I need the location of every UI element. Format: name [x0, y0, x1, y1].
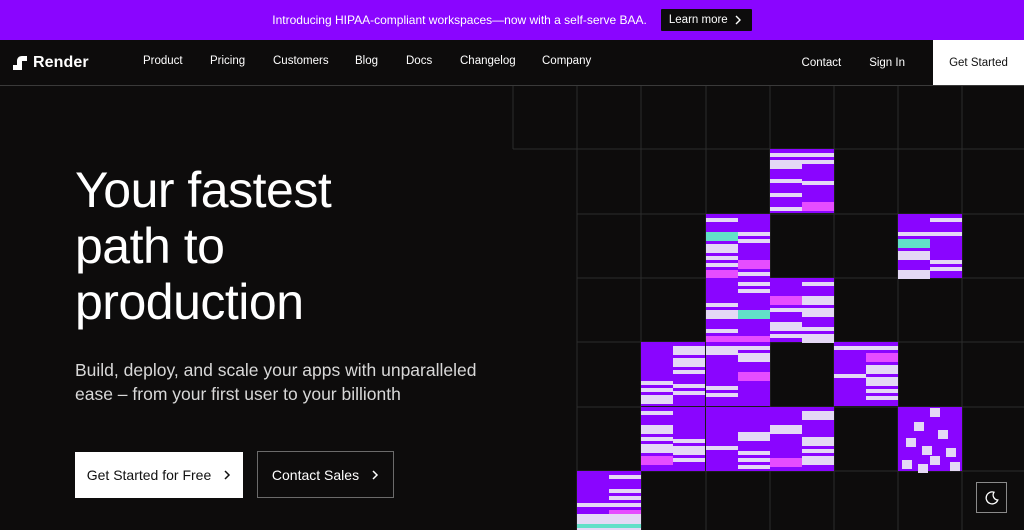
chevron-right-icon — [224, 470, 231, 480]
nav-product[interactable]: Product — [143, 55, 210, 67]
get-started-free-label: Get Started for Free — [86, 467, 212, 483]
contact-sales-label: Contact Sales — [271, 466, 360, 483]
hero-subtitle: Build, deploy, and scale your apps with … — [75, 358, 485, 406]
nav-pricing[interactable]: Pricing — [210, 55, 273, 67]
render-logo-icon — [13, 56, 27, 70]
nav-blog[interactable]: Blog — [355, 55, 406, 67]
moon-icon — [985, 490, 999, 505]
nav-docs[interactable]: Docs — [406, 55, 460, 67]
hero-title-line: production — [75, 274, 304, 330]
nav-company[interactable]: Company — [542, 55, 591, 67]
chevron-right-icon — [735, 15, 741, 25]
announcement-banner: Introducing HIPAA-compliant workspaces—n… — [0, 0, 1024, 40]
nav-sign-in[interactable]: Sign In — [869, 57, 905, 69]
get-started-button[interactable]: Get Started — [933, 40, 1024, 85]
get-started-free-button[interactable]: Get Started for Free — [75, 452, 243, 498]
hero-subtitle-line: ease – from your first user to your bill… — [75, 384, 401, 404]
chevron-right-icon — [372, 469, 379, 480]
nav-contact[interactable]: Contact — [802, 57, 842, 69]
hero-title-line: Your fastest — [75, 162, 332, 218]
render-logo[interactable]: Render — [13, 54, 89, 72]
contact-sales-button[interactable]: Contact Sales — [257, 451, 394, 498]
nav-right: Contact Sign In Get Started — [802, 40, 1024, 85]
hero-subtitle-line: Build, deploy, and scale your apps with … — [75, 360, 477, 380]
nav-changelog[interactable]: Changelog — [460, 55, 542, 67]
hero-title-line: path to — [75, 218, 225, 274]
announcement-text: Introducing HIPAA-compliant workspaces—n… — [272, 13, 647, 27]
top-navigation: Render Product Pricing Customers Blog Do… — [0, 40, 1024, 86]
nav-links: Product Pricing Customers Blog Docs Chan… — [143, 55, 591, 67]
logo-text: Render — [33, 54, 89, 71]
theme-toggle-button[interactable] — [976, 482, 1007, 513]
hero-title: Your fastest path to production — [75, 162, 475, 330]
learn-more-label: Learn more — [668, 14, 728, 26]
nav-customers[interactable]: Customers — [273, 55, 355, 67]
learn-more-button[interactable]: Learn more — [660, 9, 752, 31]
